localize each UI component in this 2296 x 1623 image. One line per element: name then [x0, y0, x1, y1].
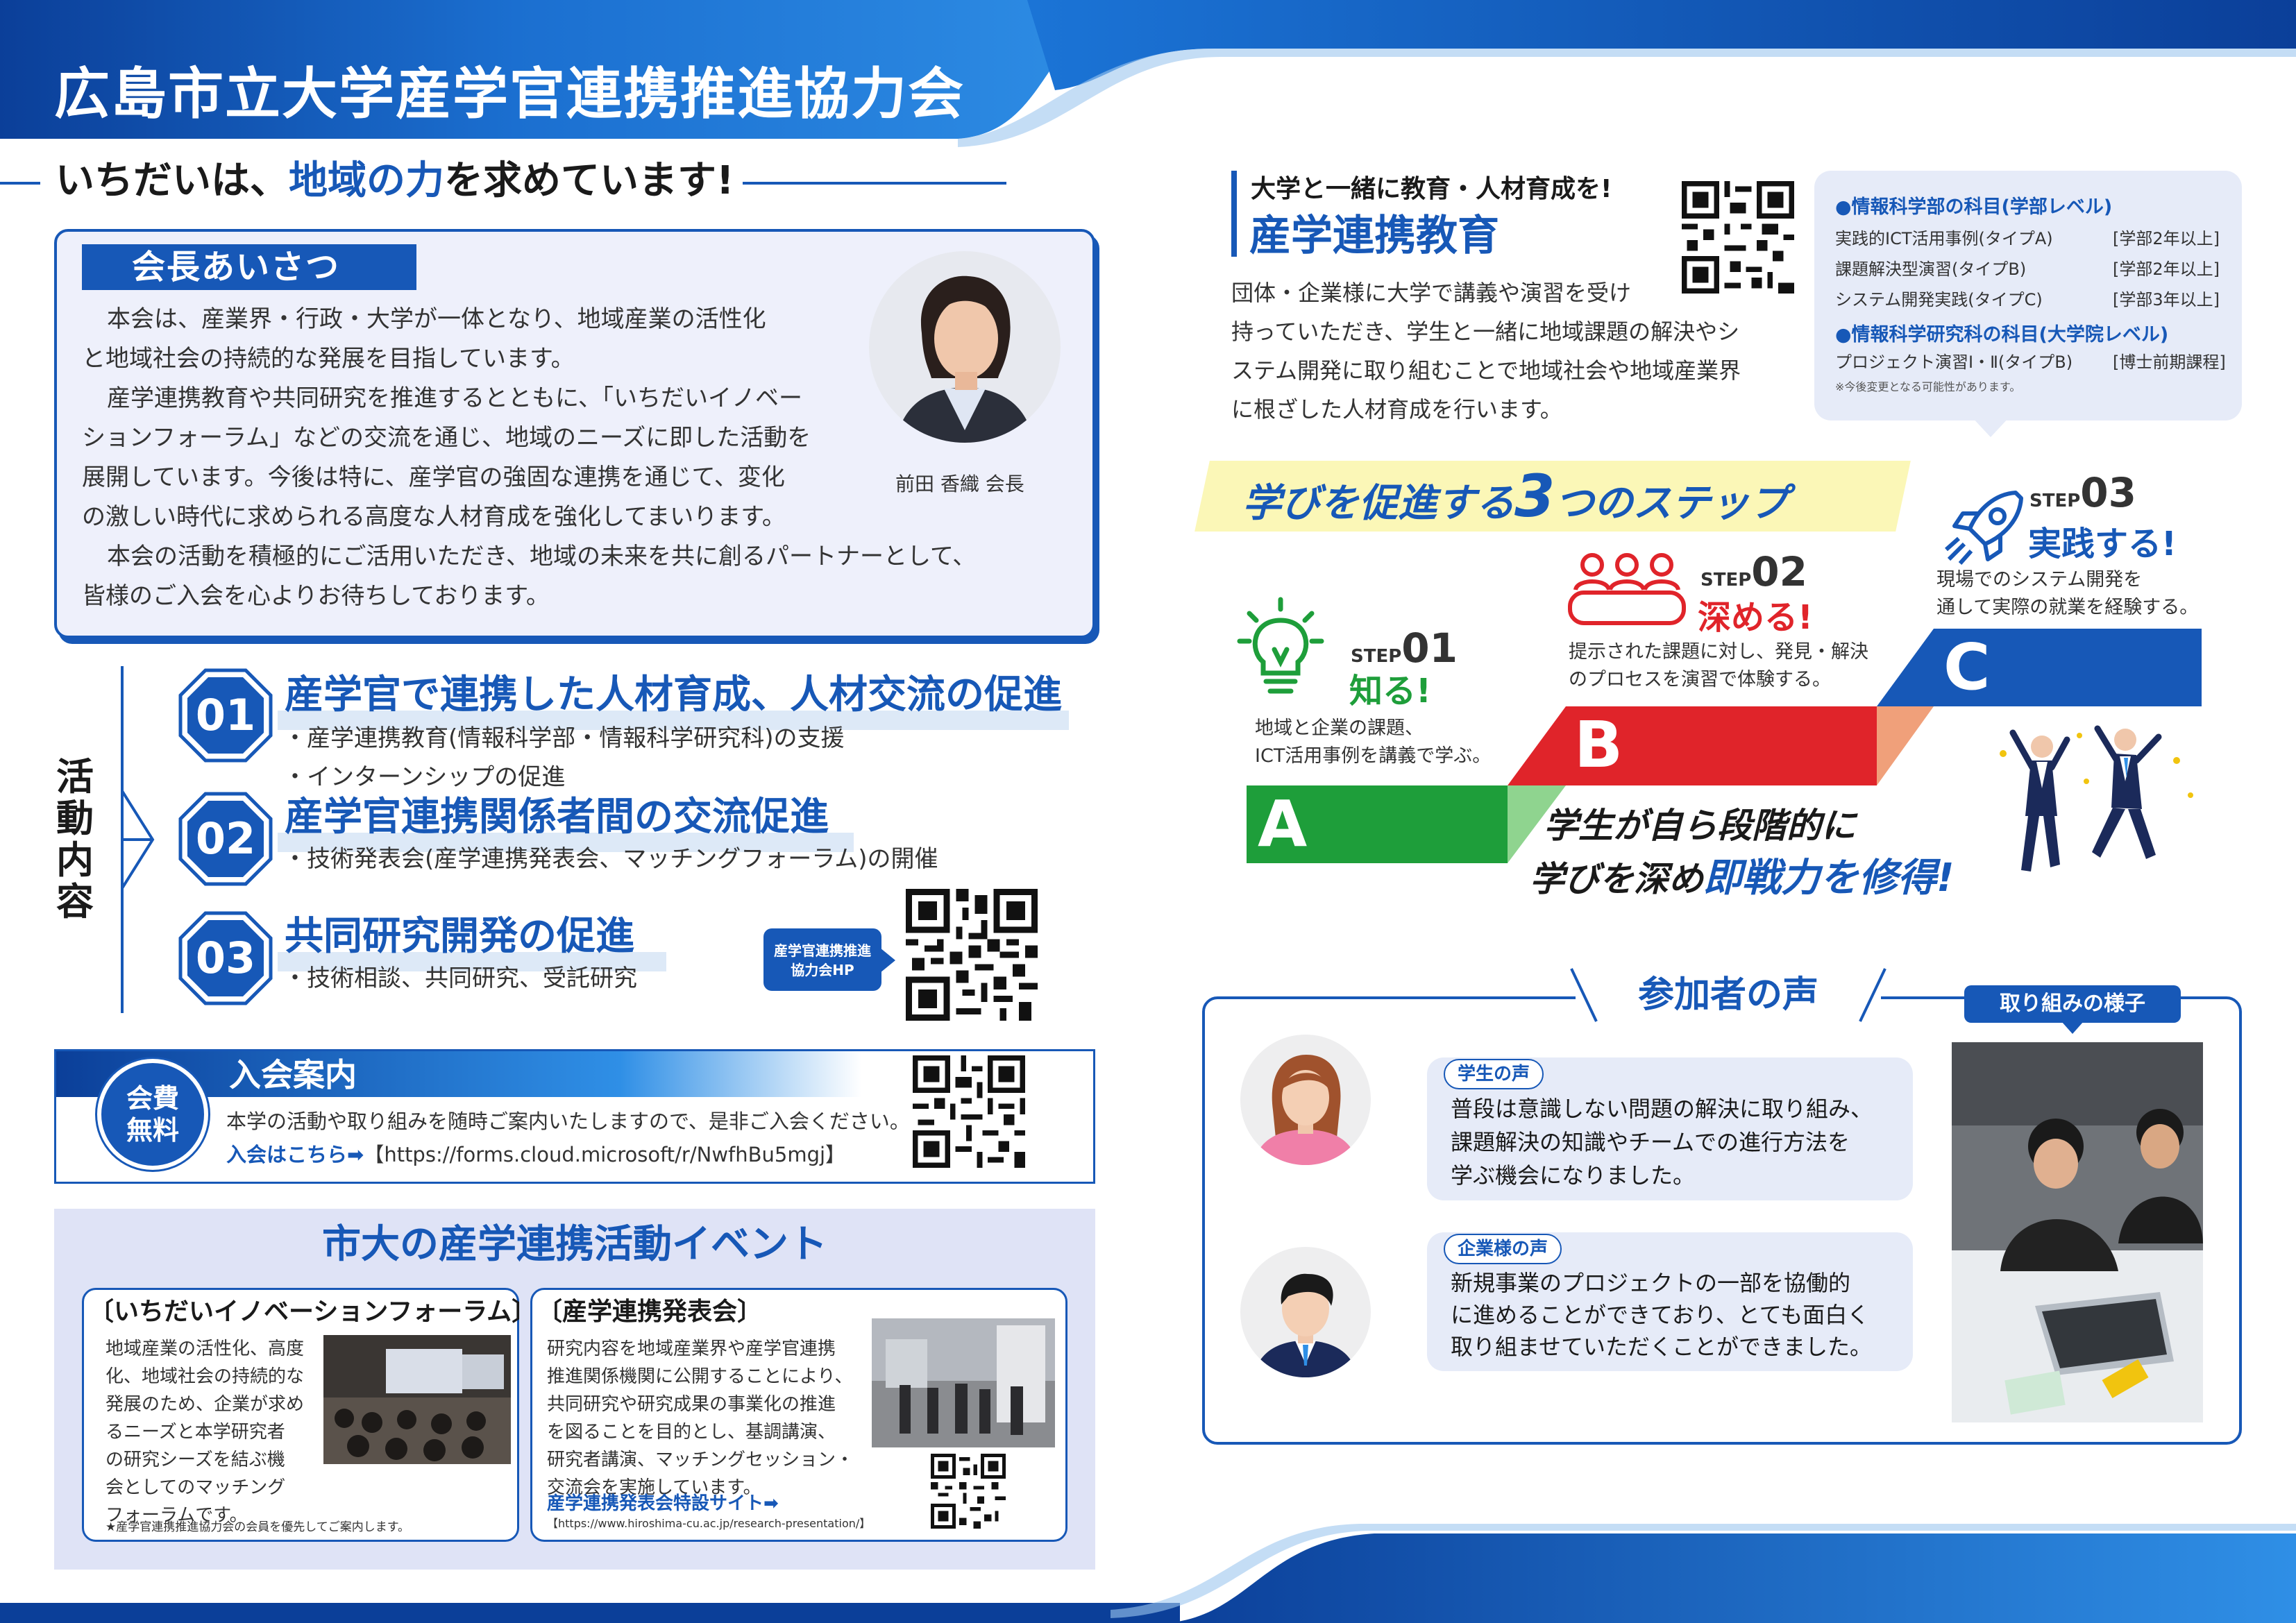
lightbulb-icon [1237, 597, 1324, 694]
presentation-photo [872, 1318, 1055, 1447]
membership-title: 入会案内 [229, 1056, 357, 1094]
forum-title: 〔いちだいイノベーションフォーラム〕 [89, 1298, 537, 1326]
membership-qr-code[interactable] [909, 1052, 1029, 1171]
step-2-desc: 提示された課題に対し、発見・解決 のプロセスを演習で体験する。 [1569, 641, 1868, 690]
forum-photo [323, 1335, 511, 1464]
events-title: 市大の産学連携活動イベント [322, 1222, 827, 1267]
step-b-bar [1508, 706, 1877, 785]
membership-text: 本学の活動や取り組みを随時ご案内いたしますので、是非ご入会ください。 [226, 1110, 910, 1133]
tagline-line-left [0, 182, 40, 185]
meeting-icon [1568, 553, 1686, 625]
courses-note: ※今後変更となる可能性があります。 [1835, 380, 2021, 393]
activities-side-label: 活 動 内 容 [56, 755, 94, 924]
presentation-title: 〔産学連携発表会〕 [537, 1298, 763, 1326]
company-quote: 新規事業のプロジェクトの一部を協働的 に進めることができており、とても面白く 取り組… [1451, 1270, 1873, 1360]
activity-01-num: 01 [195, 690, 256, 740]
company-tag: 企業様の声 [1444, 1234, 1562, 1264]
education-accent [1231, 171, 1237, 257]
celebrating-students-illustration [2000, 725, 2193, 872]
president-name: 前田 香織 会長 [895, 473, 1024, 495]
activity-photo-label: 取り組みの様子 [1964, 985, 2181, 1023]
step-2-name: 深める! [1698, 598, 1813, 637]
president-portrait [869, 251, 1061, 443]
activity-03-bullet-1: ・技術相談、共同研究、受託研究 [283, 965, 637, 992]
presentation-qr-code[interactable] [927, 1450, 1009, 1532]
activity-03-title: 共同研究開発の促進 [285, 914, 634, 959]
rocket-icon [1945, 491, 2023, 565]
activity-01-title: 産学官で連携した人材育成、人材交流の促進 [285, 672, 1062, 717]
activity-02-num: 02 [195, 813, 256, 864]
education-qr-code[interactable] [1678, 178, 1798, 297]
presentation-text: 研究内容を地域産業界や産学官連携 推進関係機関に公開することにより、 共同研究や研究… [547, 1339, 854, 1498]
activities-bracket [121, 666, 155, 1013]
forum-note: ★産学官連携推進協力会の会員を優先してご案内します。 [105, 1520, 410, 1534]
activity-03-num: 03 [195, 933, 256, 983]
page-title: 広島市立大学産学官連携推進協力会 [54, 62, 965, 126]
step-3-name: 実践する! [2028, 525, 2177, 563]
tagline: いちだいは、地域の力を求めています! [56, 158, 734, 203]
voices-title: 参加者の声 [1637, 974, 1818, 1016]
steps-summary: 学生が自ら段階的に 学びを深め即戦力を修得! [1530, 806, 1955, 901]
greeting-heading: 会長あいさつ [82, 244, 416, 290]
activity-photo [1952, 1042, 2203, 1422]
student-avatar [1240, 1035, 1371, 1165]
hp-link-label[interactable]: 産学官連携推進 協力会HP [763, 928, 881, 991]
activity-photo-label-tail [2061, 1021, 2084, 1034]
steps-title: 学びを促進する3つのステップ [1242, 462, 1789, 530]
step-1-desc: 地域と企業の課題、 ICT活用事例を講義で学ぶ。 [1255, 717, 1492, 767]
forum-text: 地域産業の活性化、高度 化、地域社会の持続的な 発展のため、企業が求め るニーズと本学… [105, 1339, 305, 1526]
education-title: 産学連携教育 [1249, 212, 1499, 260]
membership-link[interactable]: 入会はこちら➡【https://forms.cloud.microsoft/r/… [226, 1139, 845, 1170]
activity-01-bullet-1: ・産学連携教育(情報科学部・情報科学研究科)の支援 [283, 724, 845, 752]
activity-02-title: 産学官連携関係者間の交流促進 [285, 794, 829, 840]
activity-02-bullet-1: ・技術発表会(産学連携発表会、マッチングフォーラム)の開催 [283, 845, 938, 873]
tagline-line-right [743, 182, 1006, 185]
presentation-site-link[interactable]: 産学連携発表会特設サイト➡ [547, 1489, 779, 1515]
hp-qr-code[interactable] [902, 885, 1041, 1024]
step-b-letter: B [1574, 708, 1623, 782]
presentation-url[interactable]: 【https://www.hiroshima-cu.ac.jp/research… [547, 1514, 870, 1531]
courses-bubble-tail [1971, 416, 2010, 437]
step-3-label: STEP03 [2029, 469, 2136, 516]
step-c-letter: C [1943, 630, 1991, 704]
step-2-label: STEP02 [1700, 548, 1807, 595]
course-list: 実践的ICT活用事例(タイプA) [学部2年以上] 課題解決型演習(タイプB) [学… [1835, 229, 2220, 309]
step-1-name: 知る! [1349, 672, 1431, 711]
hp-link-arrow [880, 948, 895, 973]
courses-heading-grad: ●情報科学研究科の科目(大学院レベル) [1835, 324, 2169, 346]
step-3-desc: 現場でのシステム開発を 通して実際の就業を経験する。 [1936, 569, 2199, 618]
step-c-bar [1877, 629, 2202, 706]
company-avatar [1240, 1247, 1371, 1377]
student-tag: 学生の声 [1444, 1059, 1544, 1089]
courses-heading-undergrad: ●情報科学部の科目(学部レベル) [1835, 196, 2113, 218]
membership-free-badge: 会費 無料 [97, 1059, 208, 1170]
step-a-letter: A [1258, 787, 1308, 861]
student-quote: 普段は意識しない問題の解決に取り組み、 課題解決の知識やチームでの進行方法を 学ぶ機… [1451, 1096, 1873, 1189]
course-grad: プロジェクト演習Ⅰ・Ⅱ(タイプB) [博士前期課程] [1835, 352, 2226, 372]
education-kicker: 大学と一緒に教育・人材育成を! [1251, 175, 1612, 203]
